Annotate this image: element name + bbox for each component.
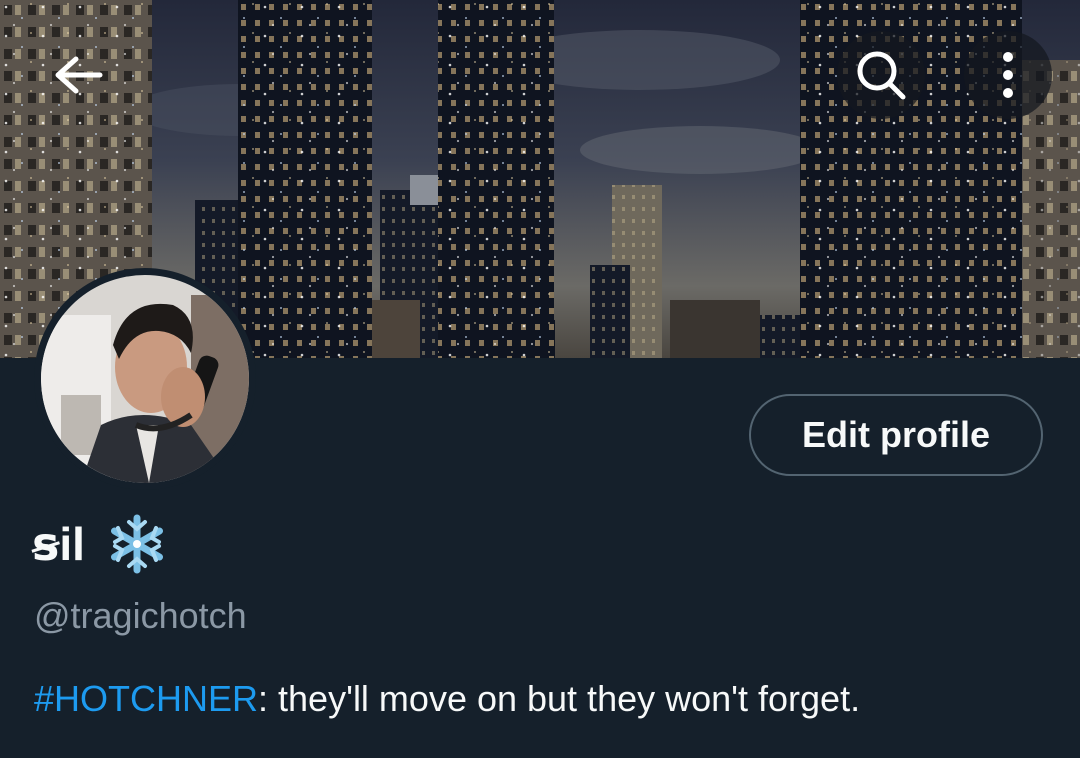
more-vertical-icon (1003, 52, 1013, 98)
back-button[interactable] (34, 31, 122, 119)
display-name-row: ꞩil (32, 514, 167, 574)
profile-bio: #HOTCHNER: they'll move on but they won'… (34, 678, 860, 720)
username-handle: @tragichotch (34, 595, 247, 636)
profile-screen: Edit profile ꞩil @tragichotch #HOTCHNER:… (0, 0, 1080, 758)
search-button[interactable] (837, 31, 925, 119)
edit-profile-button[interactable]: Edit profile (749, 394, 1043, 476)
arrow-left-icon (55, 56, 103, 94)
more-options-button[interactable] (964, 31, 1052, 119)
search-icon (857, 51, 906, 100)
snowflake-icon (110, 514, 163, 574)
bio-hashtag-link[interactable]: #HOTCHNER (34, 678, 258, 719)
profile-avatar[interactable] (34, 268, 256, 490)
bio-text: : they'll move on but they won't forget. (258, 678, 861, 719)
man-on-phone-photo (41, 275, 249, 483)
display-name: ꞩil (32, 518, 85, 570)
avatar-photo (41, 275, 249, 483)
